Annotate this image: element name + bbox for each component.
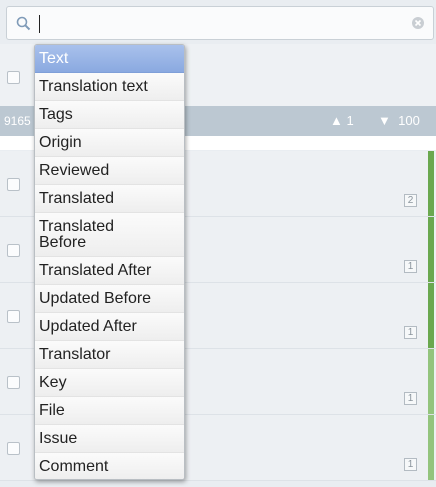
menu-item-issue[interactable]: Issue bbox=[35, 425, 184, 453]
range-start: ▲ 1 bbox=[330, 113, 354, 128]
menu-item-translator[interactable]: Translator bbox=[35, 341, 184, 369]
row-checkbox[interactable] bbox=[7, 178, 20, 191]
menu-item-reviewed[interactable]: Reviewed bbox=[35, 157, 184, 185]
menu-item-translated[interactable]: Translated bbox=[35, 185, 184, 213]
search-bar bbox=[6, 6, 434, 40]
menu-item-key[interactable]: Key bbox=[35, 369, 184, 397]
status-stripe bbox=[428, 349, 434, 414]
triangle-up-icon: ▲ bbox=[330, 113, 343, 128]
status-stripe bbox=[428, 217, 434, 282]
count-badge: 1 bbox=[404, 392, 417, 405]
count-badge: 2 bbox=[404, 194, 417, 207]
menu-item-translated-before[interactable]: Translated Before bbox=[35, 213, 184, 257]
menu-item-file[interactable]: File bbox=[35, 397, 184, 425]
menu-item-origin[interactable]: Origin bbox=[35, 129, 184, 157]
row-checkbox[interactable] bbox=[7, 376, 20, 389]
text-caret bbox=[39, 15, 40, 33]
menu-item-updated-before[interactable]: Updated Before bbox=[35, 285, 184, 313]
row-checkbox[interactable] bbox=[7, 244, 20, 257]
group-id: 9165 bbox=[4, 114, 31, 128]
menu-item-comment[interactable]: Comment bbox=[35, 453, 184, 479]
select-all-checkbox[interactable] bbox=[7, 71, 20, 84]
count-badge: 1 bbox=[404, 326, 417, 339]
search-input[interactable] bbox=[37, 13, 397, 33]
menu-item-tags[interactable]: Tags bbox=[35, 101, 184, 129]
menu-item-text[interactable]: Text bbox=[35, 45, 184, 73]
menu-item-translation-text[interactable]: Translation text bbox=[35, 73, 184, 101]
filter-field-dropdown: Text Translation text Tags Origin Review… bbox=[34, 44, 185, 480]
status-stripe bbox=[428, 415, 434, 480]
status-stripe bbox=[428, 283, 434, 348]
menu-item-translated-after[interactable]: Translated After bbox=[35, 257, 184, 285]
count-badge: 1 bbox=[404, 260, 417, 273]
clear-icon[interactable] bbox=[411, 16, 425, 30]
row-checkbox[interactable] bbox=[7, 310, 20, 323]
row-checkbox[interactable] bbox=[7, 442, 20, 455]
status-stripe bbox=[428, 151, 434, 216]
triangle-down-icon: ▼ bbox=[378, 113, 391, 128]
search-icon bbox=[16, 16, 31, 31]
menu-item-updated-after[interactable]: Updated After bbox=[35, 313, 184, 341]
count-badge: 1 bbox=[404, 458, 417, 471]
range-end: ▼ 100 bbox=[378, 113, 420, 128]
